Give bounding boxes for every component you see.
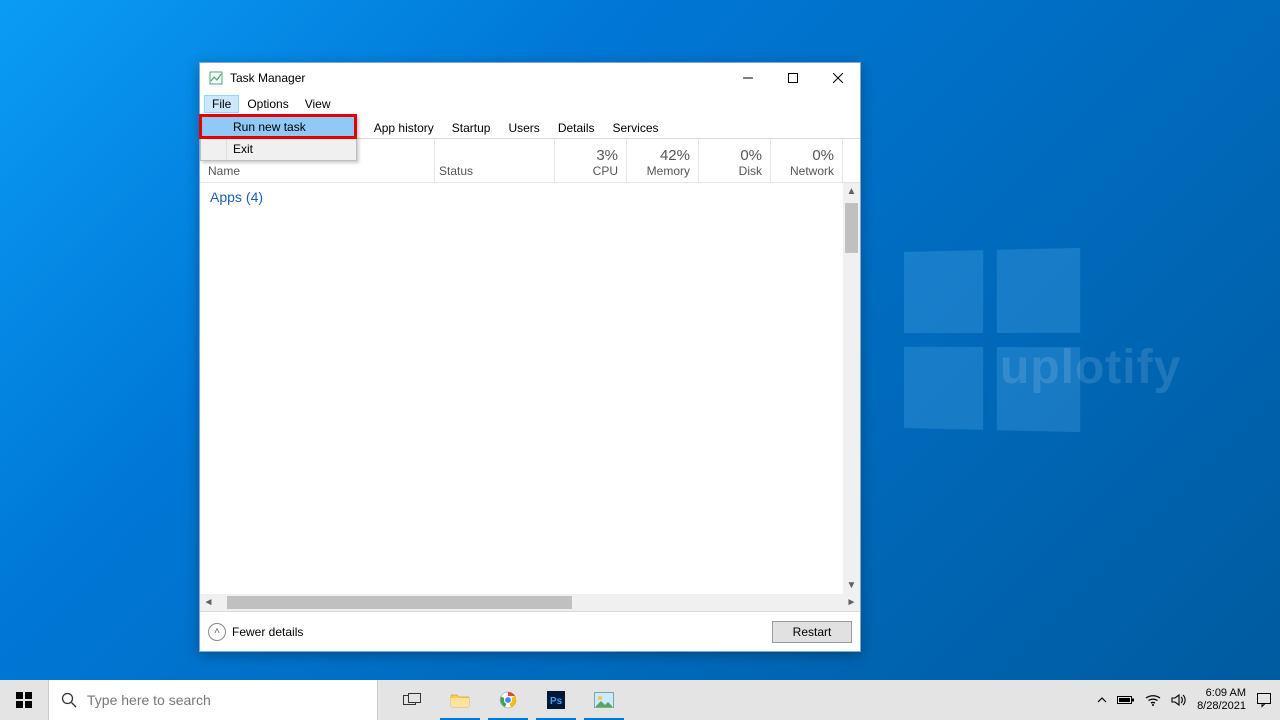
search-placeholder: Type here to search bbox=[87, 692, 211, 708]
tab-startup[interactable]: Startup bbox=[443, 116, 500, 139]
taskbar-search[interactable]: Type here to search bbox=[48, 680, 378, 720]
scroll-up-icon[interactable]: ▲ bbox=[843, 183, 860, 200]
hscroll-thumb[interactable] bbox=[227, 596, 572, 609]
system-tray: 6:09 AM 8/28/2021 bbox=[1097, 687, 1280, 713]
search-icon bbox=[61, 692, 77, 708]
scroll-right-icon[interactable]: ► bbox=[843, 597, 860, 608]
restart-button[interactable]: Restart bbox=[772, 621, 852, 643]
menu-options[interactable]: Options bbox=[239, 95, 296, 113]
taskbar: Type here to search Ps 6:09 AM 8/28/2021 bbox=[0, 680, 1280, 720]
watermark-text: uplotify bbox=[1000, 340, 1181, 395]
col-memory[interactable]: 42%Memory bbox=[627, 139, 699, 182]
volume-icon[interactable] bbox=[1171, 693, 1187, 707]
minimize-button[interactable] bbox=[725, 63, 770, 93]
battery-icon[interactable] bbox=[1117, 694, 1135, 706]
wifi-icon[interactable] bbox=[1145, 694, 1161, 706]
task-manager-icon bbox=[208, 70, 224, 86]
scroll-down-icon[interactable]: ▼ bbox=[843, 577, 860, 594]
chevron-up-icon: ˄ bbox=[208, 623, 226, 641]
fewer-details-button[interactable]: ˄ Fewer details bbox=[208, 623, 303, 641]
notifications-icon[interactable] bbox=[1256, 692, 1272, 708]
col-network[interactable]: 0%Network bbox=[771, 139, 843, 182]
col-status[interactable]: Status bbox=[435, 139, 555, 182]
vertical-scrollbar[interactable]: ▲ ▼ bbox=[843, 183, 860, 594]
titlebar[interactable]: Task Manager bbox=[200, 63, 860, 93]
taskbar-chrome[interactable] bbox=[484, 680, 532, 720]
scroll-thumb[interactable] bbox=[845, 203, 858, 253]
taskbar-clock[interactable]: 6:09 AM 8/28/2021 bbox=[1197, 687, 1246, 713]
taskbar-photoshop[interactable]: Ps bbox=[532, 680, 580, 720]
file-dropdown-menu: Run new task Exit bbox=[200, 115, 357, 161]
window-title: Task Manager bbox=[230, 71, 725, 85]
scroll-left-icon[interactable]: ◄ bbox=[200, 597, 217, 608]
close-button[interactable] bbox=[815, 63, 860, 93]
start-button[interactable] bbox=[0, 680, 48, 720]
footer: ˄ Fewer details Restart bbox=[200, 611, 860, 651]
col-cpu[interactable]: 3%CPU bbox=[555, 139, 627, 182]
menu-file[interactable]: File bbox=[204, 95, 239, 113]
tab-users[interactable]: Users bbox=[499, 116, 548, 139]
task-manager-window: Task Manager File Options View Run new t… bbox=[199, 62, 861, 652]
tab-services[interactable]: Services bbox=[604, 116, 668, 139]
tray-expand-icon[interactable] bbox=[1097, 695, 1107, 705]
task-view-button[interactable] bbox=[388, 680, 436, 720]
horizontal-scrollbar[interactable]: ◄ ► bbox=[200, 594, 860, 611]
menu-view[interactable]: View bbox=[297, 95, 339, 113]
section-apps: Apps(4) bbox=[200, 183, 843, 211]
menu-item-run-new-task[interactable]: Run new task bbox=[201, 116, 356, 138]
taskbar-file-explorer[interactable] bbox=[436, 680, 484, 720]
taskbar-photos[interactable] bbox=[580, 680, 628, 720]
menu-item-exit[interactable]: Exit bbox=[201, 138, 356, 160]
col-disk[interactable]: 0%Disk bbox=[699, 139, 771, 182]
maximize-button[interactable] bbox=[770, 63, 815, 93]
process-list: Apps(4) bbox=[200, 183, 843, 594]
svg-text:Ps: Ps bbox=[550, 696, 563, 707]
tab-details[interactable]: Details bbox=[549, 116, 604, 139]
menubar: File Options View Run new task Exit bbox=[200, 93, 860, 115]
tab-app-history[interactable]: App history bbox=[365, 116, 443, 139]
